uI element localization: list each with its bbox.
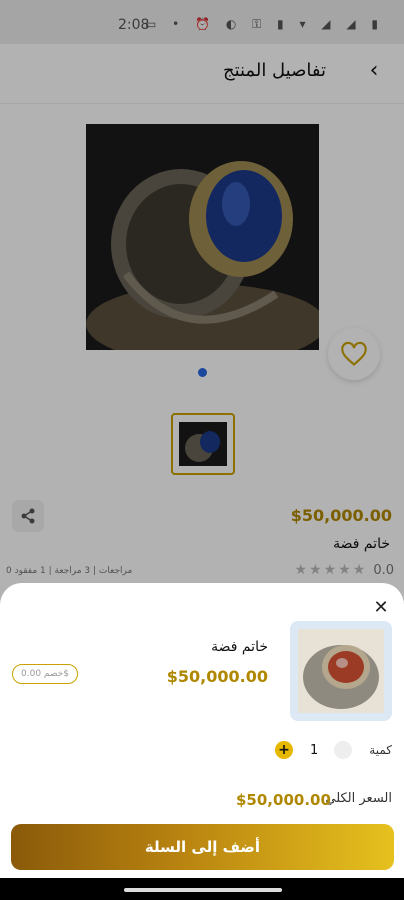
quantity-label: كمية — [369, 743, 392, 757]
sheet-product-name: خاتم فضة — [211, 639, 268, 655]
navigation-bar — [0, 878, 404, 900]
add-to-cart-button[interactable]: أضف إلى السلة — [11, 824, 394, 870]
total-price-value: $50,000.00 — [236, 791, 331, 809]
home-indicator[interactable] — [124, 888, 282, 892]
close-icon[interactable]: ✕ — [370, 597, 392, 619]
quantity-value: 1 — [310, 743, 319, 758]
ring-image — [298, 629, 384, 713]
discount-badge: خصم 0.00$ — [12, 664, 78, 684]
quantity-increase-button[interactable]: + — [275, 741, 293, 759]
total-price-label: السعر الكلي — [325, 791, 392, 806]
sheet-product-image — [290, 621, 392, 721]
sheet-product-price: $50,000.00 — [166, 667, 268, 686]
quantity-decrease-button[interactable] — [334, 741, 352, 759]
